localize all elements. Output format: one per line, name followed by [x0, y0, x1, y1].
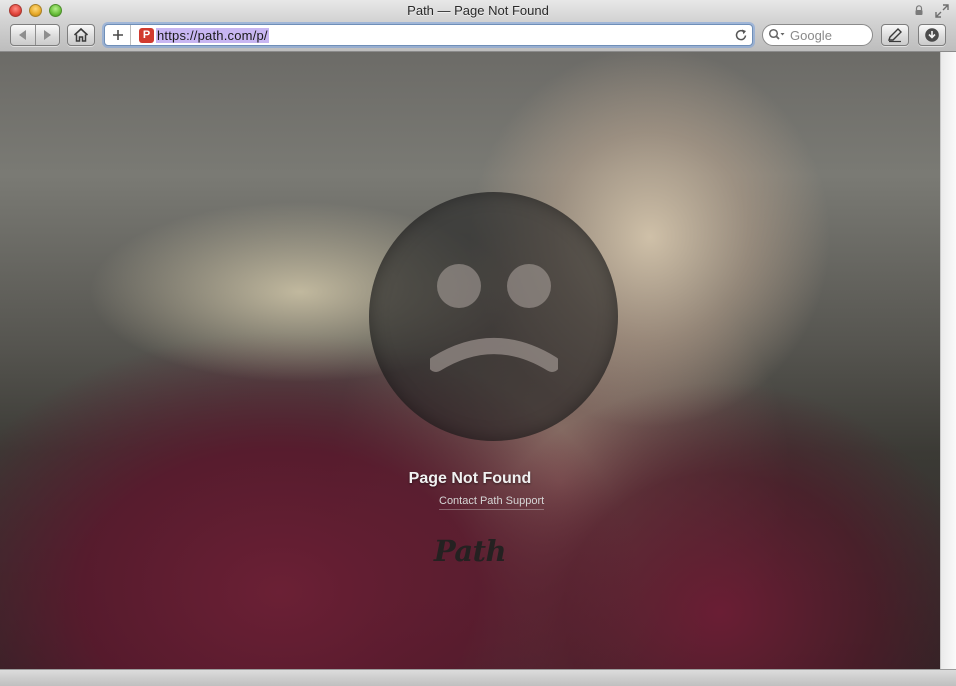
- title-bar: Path — Page Not Found P https://path.com…: [0, 0, 956, 52]
- fullscreen-icon[interactable]: [934, 3, 950, 19]
- contact-support-link[interactable]: Contact Path Support: [439, 495, 545, 510]
- address-divider: [130, 25, 131, 45]
- face-left-eye: [437, 264, 481, 308]
- status-bar: [0, 669, 956, 686]
- url-text[interactable]: https://path.com/p/: [156, 28, 269, 43]
- search-placeholder: Google: [790, 28, 832, 43]
- face-mouth: [430, 338, 558, 372]
- download-icon: [925, 28, 939, 42]
- face-right-eye: [507, 264, 551, 308]
- reader-icon: [888, 28, 902, 43]
- address-bar[interactable]: P https://path.com/p/: [104, 24, 753, 46]
- back-icon[interactable]: [15, 28, 31, 42]
- lock-icon: [915, 5, 923, 15]
- back-forward-buttons: [10, 24, 60, 46]
- favicon: P: [139, 28, 154, 43]
- page-not-found-heading: Page Not Found: [408, 470, 532, 487]
- search-field[interactable]: Google: [762, 24, 873, 46]
- forward-icon[interactable]: [39, 28, 55, 42]
- vertical-scrollbar[interactable]: [940, 52, 956, 669]
- window-title: Path — Page Not Found: [407, 3, 549, 18]
- search-icon: [768, 28, 785, 40]
- sad-face-icon: [369, 192, 618, 441]
- home-button[interactable]: [67, 24, 95, 46]
- path-logo[interactable]: Path: [0, 534, 940, 568]
- page-content: Page Not Found Contact Path Support Path: [0, 52, 940, 669]
- reload-icon[interactable]: [733, 27, 749, 43]
- reader-button[interactable]: [881, 24, 909, 46]
- home-icon: [73, 27, 89, 42]
- downloads-button[interactable]: [918, 24, 946, 46]
- plus-icon[interactable]: [110, 27, 126, 43]
- nav-divider: [35, 25, 36, 45]
- browser-window: Path — Page Not Found P https://path.com…: [0, 0, 956, 686]
